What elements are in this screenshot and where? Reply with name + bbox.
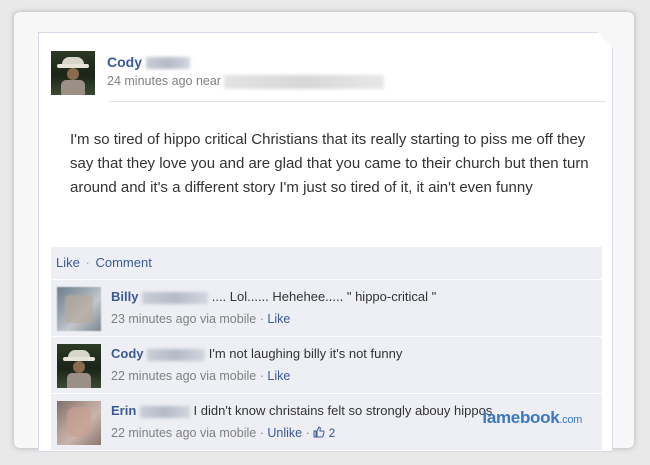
- comment-author[interactable]: Cody: [111, 346, 144, 361]
- comment-text: I didn't know christains felt so strongl…: [193, 403, 493, 418]
- like-link[interactable]: Like: [267, 312, 290, 326]
- comment-item: Cody I'm not laughing billy it's not fun…: [51, 336, 602, 393]
- wall-post: Cody 24 minutes ago near I'm so tired of…: [38, 32, 613, 452]
- comment-body: Cody I'm not laughing billy it's not fun…: [111, 346, 402, 361]
- likes-count[interactable]: 2: [313, 426, 335, 440]
- redacted-surname: [147, 348, 206, 361]
- post-text: I'm so tired of hippo critical Christian…: [70, 131, 589, 196]
- watermark-logo: lamebook.com: [482, 408, 582, 427]
- like-link[interactable]: Like: [267, 369, 290, 383]
- avatar[interactable]: [51, 51, 95, 95]
- comment-text: .... Lol...... Hehehee..... " hippo-crit…: [211, 289, 437, 304]
- comment-meta: 22 minutes ago via mobile · Like: [111, 369, 291, 383]
- comment-link[interactable]: Comment: [95, 255, 151, 270]
- thumbs-up-icon: [313, 426, 325, 438]
- avatar[interactable]: [57, 287, 101, 331]
- avatar[interactable]: [57, 344, 101, 388]
- page-fold: [597, 32, 613, 48]
- comment-body: Billy .... Lol...... Hehehee..... " hipp…: [111, 289, 436, 304]
- comment-text: I'm not laughing billy it's not funny: [208, 346, 403, 361]
- like-link[interactable]: Like: [56, 255, 80, 270]
- redacted-surname: [139, 405, 190, 418]
- comment-item: Billy .... Lol...... Hehehee..... " hipp…: [51, 279, 602, 336]
- screenshot-frame: Cody 24 minutes ago near I'm so tired of…: [14, 12, 634, 452]
- unlike-link[interactable]: Unlike: [267, 426, 302, 440]
- comment-meta: 22 minutes ago via mobile · Unlike · 2: [111, 426, 336, 440]
- comment-author[interactable]: Erin: [111, 403, 136, 418]
- separator: ·: [85, 255, 90, 270]
- comment-item: Erin I didn't know christains felt so st…: [51, 393, 602, 450]
- divider: [109, 101, 606, 102]
- comment-time: 22 minutes ago via mobile: [111, 369, 257, 383]
- comment-meta: 23 minutes ago via mobile · Like: [111, 312, 291, 326]
- comment-time: 22 minutes ago via mobile: [111, 426, 257, 440]
- comment-author[interactable]: Billy: [111, 289, 138, 304]
- comment-time: 23 minutes ago via mobile: [111, 312, 257, 326]
- post-meta: 24 minutes ago near: [107, 74, 385, 89]
- post-actions: Like · Comment: [51, 247, 602, 279]
- comment-body: Erin I didn't know christains felt so st…: [111, 403, 492, 418]
- post-author[interactable]: Cody: [107, 54, 190, 70]
- redacted-location: [224, 74, 385, 89]
- redacted-surname: [145, 57, 190, 70]
- redacted-surname: [142, 291, 209, 304]
- avatar[interactable]: [57, 401, 101, 445]
